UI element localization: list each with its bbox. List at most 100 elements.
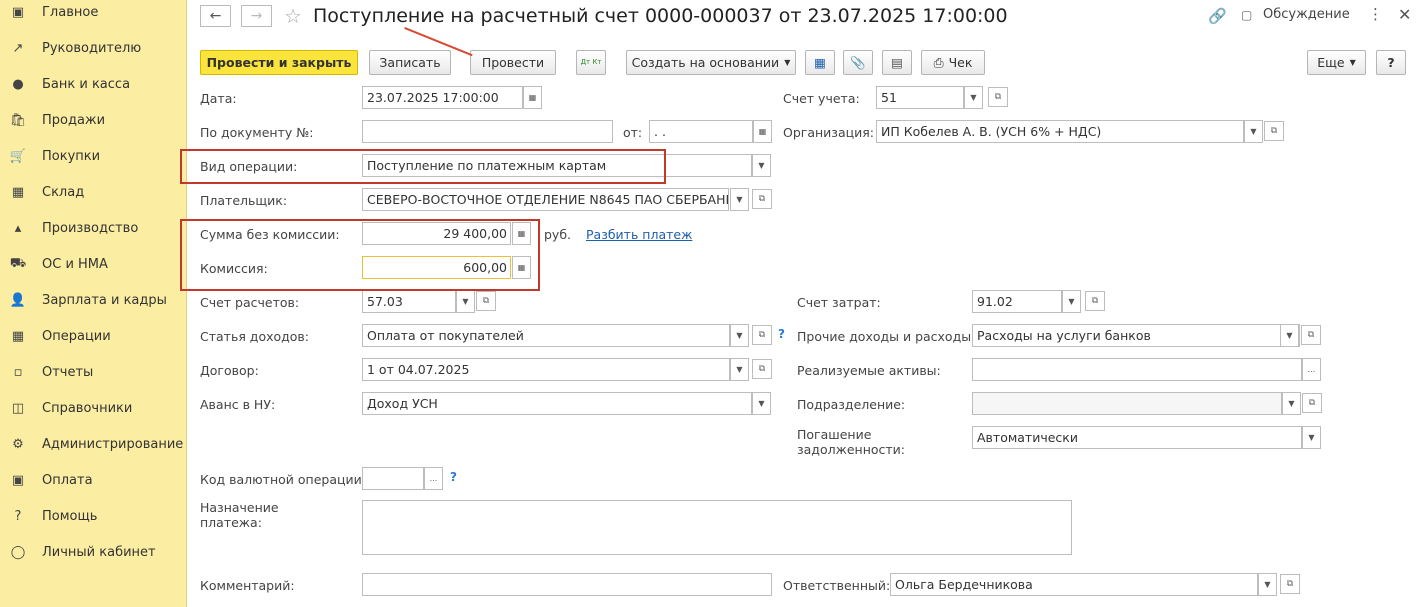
sidebar-item-icon: ⚙ xyxy=(12,436,24,452)
discussion-link[interactable]: Обсуждение xyxy=(1263,7,1350,22)
sidebar-item-label: Главное xyxy=(42,4,99,20)
org-label: Организация: xyxy=(783,125,874,140)
sidebar-item[interactable]: 🛍 Продажи xyxy=(0,105,187,135)
sidebar-item[interactable]: ⚙ Администрирование xyxy=(0,429,187,459)
sidebar-item[interactable]: ● Банк и касса xyxy=(0,69,187,99)
post-button[interactable]: Провести xyxy=(470,50,556,75)
star-icon[interactable]: ☆ xyxy=(284,4,302,28)
payer-field[interactable]: СЕВЕРО-ВОСТОЧНОЕ ОТДЕЛЕНИЕ N8645 ПАО СБЕ… xyxy=(362,188,729,211)
sidebar-item-icon: ◫ xyxy=(11,400,25,416)
sidebar-item[interactable]: ⛟ ОС и НМА xyxy=(0,249,187,279)
sidebar-item-icon: ↗ xyxy=(12,40,24,56)
dropdown-button[interactable]: ▼ xyxy=(1258,573,1277,596)
sidebar-item[interactable]: ▣ Оплата xyxy=(0,465,187,495)
dropdown-button[interactable]: ▼ xyxy=(730,358,749,381)
sidebar-item-icon: 👤 xyxy=(9,292,27,308)
assets-field[interactable] xyxy=(972,358,1302,381)
check-button[interactable]: ⎙ Чек xyxy=(921,50,985,75)
dropdown-button[interactable]: ▦ xyxy=(753,120,772,143)
dropdown-button[interactable]: ▼ xyxy=(752,392,771,415)
sidebar-item[interactable]: ▫ Отчеты xyxy=(0,357,187,387)
attach-icon[interactable]: 📎 xyxy=(843,50,873,75)
sidebar-item[interactable]: 🛒 Покупки xyxy=(0,141,187,171)
org-field[interactable]: ИП Кобелев А. В. (УСН 6% + НДС) xyxy=(876,120,1244,143)
highlight-box xyxy=(180,219,540,291)
open-icon[interactable]: ⧉ xyxy=(1301,325,1321,345)
dropdown-button[interactable]: ▼ xyxy=(456,290,475,313)
sidebar-item-label: Администрирование xyxy=(42,436,184,452)
dropdown-button[interactable]: ... xyxy=(424,467,443,490)
sidebar-item[interactable]: ? Помощь xyxy=(0,501,187,531)
page-title: Поступление на расчетный счет 0000-00003… xyxy=(313,5,1008,27)
sidebar-item-label: Помощь xyxy=(42,508,98,524)
sidebar-item[interactable]: ▣ Главное xyxy=(0,0,187,27)
back-button[interactable]: ← xyxy=(200,5,231,27)
sidebar-item[interactable]: ↗ Руководителю xyxy=(0,33,187,63)
settle-field[interactable]: 57.03 xyxy=(362,290,456,313)
help-icon[interactable]: ? xyxy=(450,470,457,484)
dropdown-button[interactable]: ▼ xyxy=(1244,120,1263,143)
sidebar-item[interactable]: ▦ Склад xyxy=(0,177,187,207)
sidebar-item-icon: ⛟ xyxy=(9,255,27,271)
open-icon[interactable]: ⧉ xyxy=(752,359,772,379)
other-field[interactable]: Расходы на услуги банков xyxy=(972,324,1300,347)
open-icon[interactable]: ⧉ xyxy=(1280,574,1300,594)
from_date-field[interactable]: . . xyxy=(649,120,753,143)
dropdown-button[interactable]: ▼ xyxy=(1282,392,1301,415)
purpose-field[interactable] xyxy=(362,500,1072,555)
dropdown-button[interactable]: ▼ xyxy=(1302,426,1321,449)
income-field[interactable]: Оплата от покупателей xyxy=(362,324,730,347)
save-button[interactable]: Записать xyxy=(369,50,451,75)
sidebar-item[interactable]: ▦ Операции xyxy=(0,321,187,351)
open-icon[interactable]: ⧉ xyxy=(1085,291,1105,311)
open-icon[interactable]: ⧉ xyxy=(1302,393,1322,413)
docnum-field[interactable] xyxy=(362,120,613,143)
dropdown-button[interactable]: ▼ xyxy=(730,188,749,211)
open-icon[interactable]: ⧉ xyxy=(752,325,772,345)
open-icon[interactable]: ⧉ xyxy=(476,291,496,311)
open-icon[interactable]: ⧉ xyxy=(752,189,772,209)
curr-field[interactable] xyxy=(362,467,424,490)
date-field[interactable]: 23.07.2025 17:00:00 xyxy=(362,86,523,109)
dropdown-button[interactable]: ▼ xyxy=(1062,290,1081,313)
debt-field[interactable]: Автоматически xyxy=(972,426,1302,449)
help-icon[interactable]: ? xyxy=(778,327,785,341)
help-button[interactable]: ? xyxy=(1376,50,1406,75)
dropdown-button[interactable]: ▦ xyxy=(523,86,542,109)
printer-icon: ⎙ xyxy=(933,54,944,70)
close-icon[interactable]: ✕ xyxy=(1398,5,1411,24)
cost-field[interactable]: 91.02 xyxy=(972,290,1062,313)
payer-label: Плательщик: xyxy=(200,193,288,208)
advance-field[interactable]: Доход УСН xyxy=(362,392,752,415)
create-base-button[interactable]: Создать на основании ▼ xyxy=(626,50,796,75)
dropdown-button[interactable]: ▼ xyxy=(964,86,983,109)
post-close-button[interactable]: Провести и закрыть xyxy=(200,50,358,75)
dropdown-button[interactable]: ... xyxy=(1302,358,1321,381)
sidebar-item-label: Операции xyxy=(42,328,111,344)
sidebar-item[interactable]: ◫ Справочники xyxy=(0,393,187,423)
sidebar-item[interactable]: ◯ Личный кабинет xyxy=(0,537,187,567)
forward-button[interactable]: → xyxy=(241,5,272,27)
dropdown-button[interactable]: ▼ xyxy=(1280,324,1299,347)
dept-field[interactable] xyxy=(972,392,1282,415)
comment-field[interactable] xyxy=(362,573,772,596)
menu-icon[interactable]: ⋮ xyxy=(1368,5,1383,23)
document-icon[interactable]: ▤ xyxy=(882,50,912,75)
sidebar-item[interactable]: ▴ Производство xyxy=(0,213,187,243)
structure-icon[interactable]: ▦ xyxy=(805,50,835,75)
more-button[interactable]: Еще ▼ xyxy=(1307,50,1366,75)
split-payment-link[interactable]: Разбить платеж xyxy=(586,227,692,242)
open-icon[interactable]: ⧉ xyxy=(988,87,1008,107)
sidebar-item-label: Покупки xyxy=(42,148,101,164)
sidebar-item[interactable]: 👤 Зарплата и кадры xyxy=(0,285,187,315)
contract-field[interactable]: 1 от 04.07.2025 xyxy=(362,358,730,381)
dropdown-button[interactable]: ▼ xyxy=(752,154,771,177)
resp-label: Ответственный: xyxy=(783,578,891,593)
create-base-label: Создать на основании xyxy=(631,55,780,70)
account-field[interactable]: 51 xyxy=(876,86,964,109)
resp-field[interactable]: Ольга Бердечникова xyxy=(890,573,1258,596)
open-icon[interactable]: ⧉ xyxy=(1264,121,1284,141)
dropdown-button[interactable]: ▼ xyxy=(730,324,749,347)
dtkt-button[interactable]: Дт Кт xyxy=(576,50,606,75)
link-icon[interactable]: 🔗 xyxy=(1208,7,1227,25)
